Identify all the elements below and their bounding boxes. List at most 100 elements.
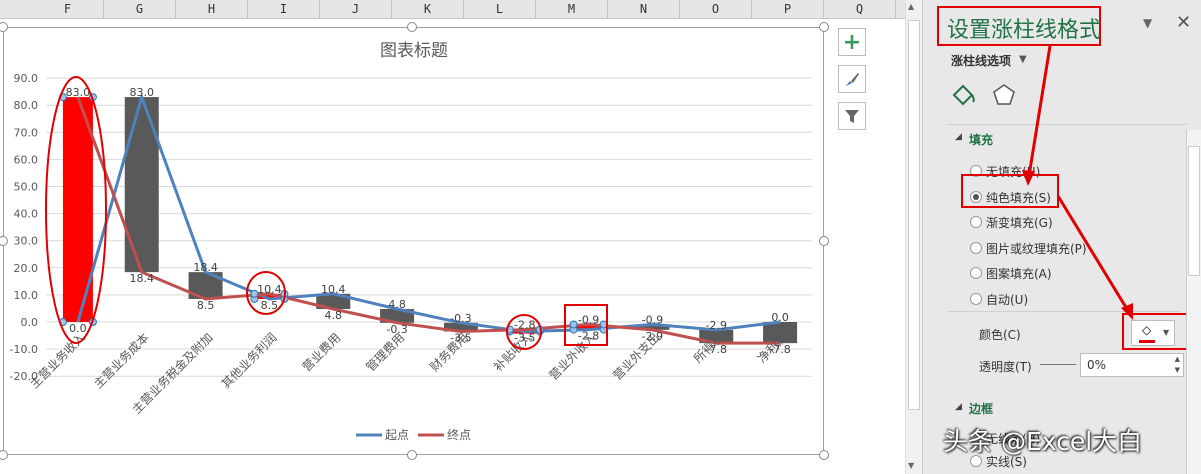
- color-swatch: [1139, 340, 1155, 343]
- y-tick-label: 50.0: [14, 181, 39, 194]
- pane-options-dropdown-icon[interactable]: ▼: [1143, 16, 1152, 30]
- data-label: 4.8: [388, 298, 406, 311]
- border-section-header[interactable]: 边框: [969, 400, 993, 417]
- y-tick-label: 40.0: [14, 208, 39, 221]
- data-label: -0.9: [642, 313, 663, 326]
- vertical-scrollbar[interactable]: ▲ ▼: [905, 0, 922, 474]
- close-icon[interactable]: ✕: [1176, 12, 1191, 33]
- selection-handle: [88, 93, 97, 102]
- column-header-P[interactable]: P: [752, 0, 824, 19]
- column-header-H[interactable]: H: [176, 0, 248, 19]
- waterfall-chart[interactable]: 图表标题 90.0 80.0 70.0 60.0 50.0 40.0 30.0 20.0 10.0…: [3, 27, 824, 455]
- data-label: 83.0: [130, 86, 155, 99]
- category-label: 主营业务成本: [90, 330, 152, 392]
- color-label: 颜色(C): [979, 328, 1021, 342]
- effects-tab-icon[interactable]: [991, 82, 1017, 108]
- fill-line-tab-icon[interactable]: [951, 82, 977, 108]
- resize-handle[interactable]: [819, 236, 829, 246]
- plus-icon: +: [842, 29, 862, 55]
- y-tick-label: 60.0: [14, 153, 39, 166]
- up-down-bar: [124, 97, 159, 273]
- collapse-icon[interactable]: ◢: [955, 132, 962, 142]
- category-label: 其他业务利润: [218, 330, 280, 392]
- category-label: 补贴收入: [491, 330, 535, 374]
- y-tick-label: 20.0: [14, 262, 39, 275]
- column-header-N[interactable]: N: [608, 0, 680, 19]
- fill-option-label[interactable]: 自动(U): [986, 291, 1028, 308]
- fill-option-label[interactable]: 图片或纹理填充(P): [986, 240, 1087, 257]
- resize-handle[interactable]: [819, 450, 829, 460]
- data-label: 10.4: [257, 283, 282, 296]
- y-tick-label: -10.0: [10, 343, 38, 356]
- y-tick-label: 90.0: [14, 72, 39, 85]
- selection-handle: [280, 289, 289, 298]
- column-header-M[interactable]: M: [536, 0, 608, 19]
- data-label: -2.8: [514, 319, 535, 332]
- pane-title: 设置涨柱线格式: [947, 18, 1102, 43]
- category-label: 主营业务收入: [27, 330, 89, 392]
- transparency-label: 透明度(T): [979, 360, 1032, 374]
- chart-styles-button[interactable]: [838, 65, 866, 93]
- legend-label: 终点: [447, 427, 471, 442]
- data-label: 18.4: [130, 272, 155, 285]
- chart-filters-button[interactable]: [838, 102, 866, 130]
- y-tick-label: 70.0: [14, 126, 39, 139]
- pane-scrollbar[interactable]: [1186, 130, 1201, 474]
- data-label: 0.0: [771, 311, 789, 324]
- resize-handle[interactable]: [407, 22, 417, 32]
- scroll-up-icon[interactable]: ▲: [908, 2, 914, 11]
- fill-option-label[interactable]: 渐变填充(G): [986, 214, 1053, 231]
- transparency-input[interactable]: 0% ▲ ▼: [1080, 353, 1184, 377]
- data-label: -0.3: [450, 312, 471, 325]
- category-label: 营业外支出: [610, 330, 662, 382]
- resize-handle[interactable]: [819, 22, 829, 32]
- paint-bucket-icon: ◇: [1142, 323, 1152, 337]
- filter-icon: [845, 110, 859, 123]
- y-tick-label: 80.0: [14, 99, 39, 112]
- column-header-O[interactable]: O: [680, 0, 752, 19]
- column-header-F[interactable]: F: [32, 0, 104, 19]
- resize-handle[interactable]: [0, 450, 8, 460]
- fill-option-label[interactable]: 图案填充(A): [986, 265, 1052, 282]
- fill-option-radio[interactable]: [970, 267, 982, 279]
- chevron-down-icon[interactable]: ▼: [1019, 54, 1027, 65]
- selection-handle: [535, 325, 544, 334]
- column-header-L[interactable]: L: [464, 0, 536, 19]
- collapse-icon[interactable]: ◢: [955, 402, 962, 412]
- column-header-row: FGHIJKLMNOPQ: [0, 0, 905, 19]
- column-header-J[interactable]: J: [320, 0, 392, 19]
- column-header-G[interactable]: G: [104, 0, 176, 19]
- fill-section-header[interactable]: 填充: [969, 131, 993, 148]
- data-label: 10.4: [321, 283, 346, 296]
- data-label: 18.4: [193, 261, 218, 274]
- selection-handle: [250, 289, 259, 298]
- y-tick-label: 0.0: [21, 316, 39, 329]
- brush-icon: [846, 73, 859, 86]
- data-label: 8.5: [197, 299, 215, 312]
- scroll-down-icon[interactable]: ▼: [908, 461, 914, 470]
- format-pane: 设置涨柱线格式 ▼ ✕ 涨柱线选项 ▼ ◢ 填充 无填充(N) 纯色填充(S) 渐变…: [922, 0, 1201, 474]
- options-dropdown[interactable]: 涨柱线选项: [951, 52, 1011, 69]
- category-label: 管理费用: [363, 330, 408, 375]
- column-header-Q[interactable]: Q: [824, 0, 896, 19]
- chart-title: 图表标题: [380, 41, 448, 61]
- category-label: 营业费用: [300, 330, 344, 374]
- fill-option-radio[interactable]: [970, 292, 982, 305]
- resize-handle[interactable]: [407, 450, 417, 460]
- series-line-1: [76, 96, 781, 345]
- chevron-down-icon: ▼: [1163, 328, 1170, 337]
- color-picker-button[interactable]: ◇ ▼: [1131, 320, 1175, 346]
- fill-option-radio[interactable]: [970, 216, 982, 228]
- scroll-thumb[interactable]: [908, 20, 920, 410]
- selection-handle: [599, 320, 608, 329]
- selection-handle: [569, 320, 578, 329]
- data-label: -2.9: [706, 319, 727, 332]
- category-label: 财务费用: [426, 330, 471, 375]
- column-header-K[interactable]: K: [392, 0, 464, 19]
- fill-option-radio[interactable]: [970, 241, 982, 254]
- column-header-I[interactable]: I: [248, 0, 320, 19]
- chart-elements-button[interactable]: +: [838, 28, 866, 56]
- watermark: 头条 @Excel大白: [943, 427, 1143, 456]
- legend-label: 起点: [385, 428, 409, 442]
- transparency-slider[interactable]: [1040, 364, 1076, 365]
